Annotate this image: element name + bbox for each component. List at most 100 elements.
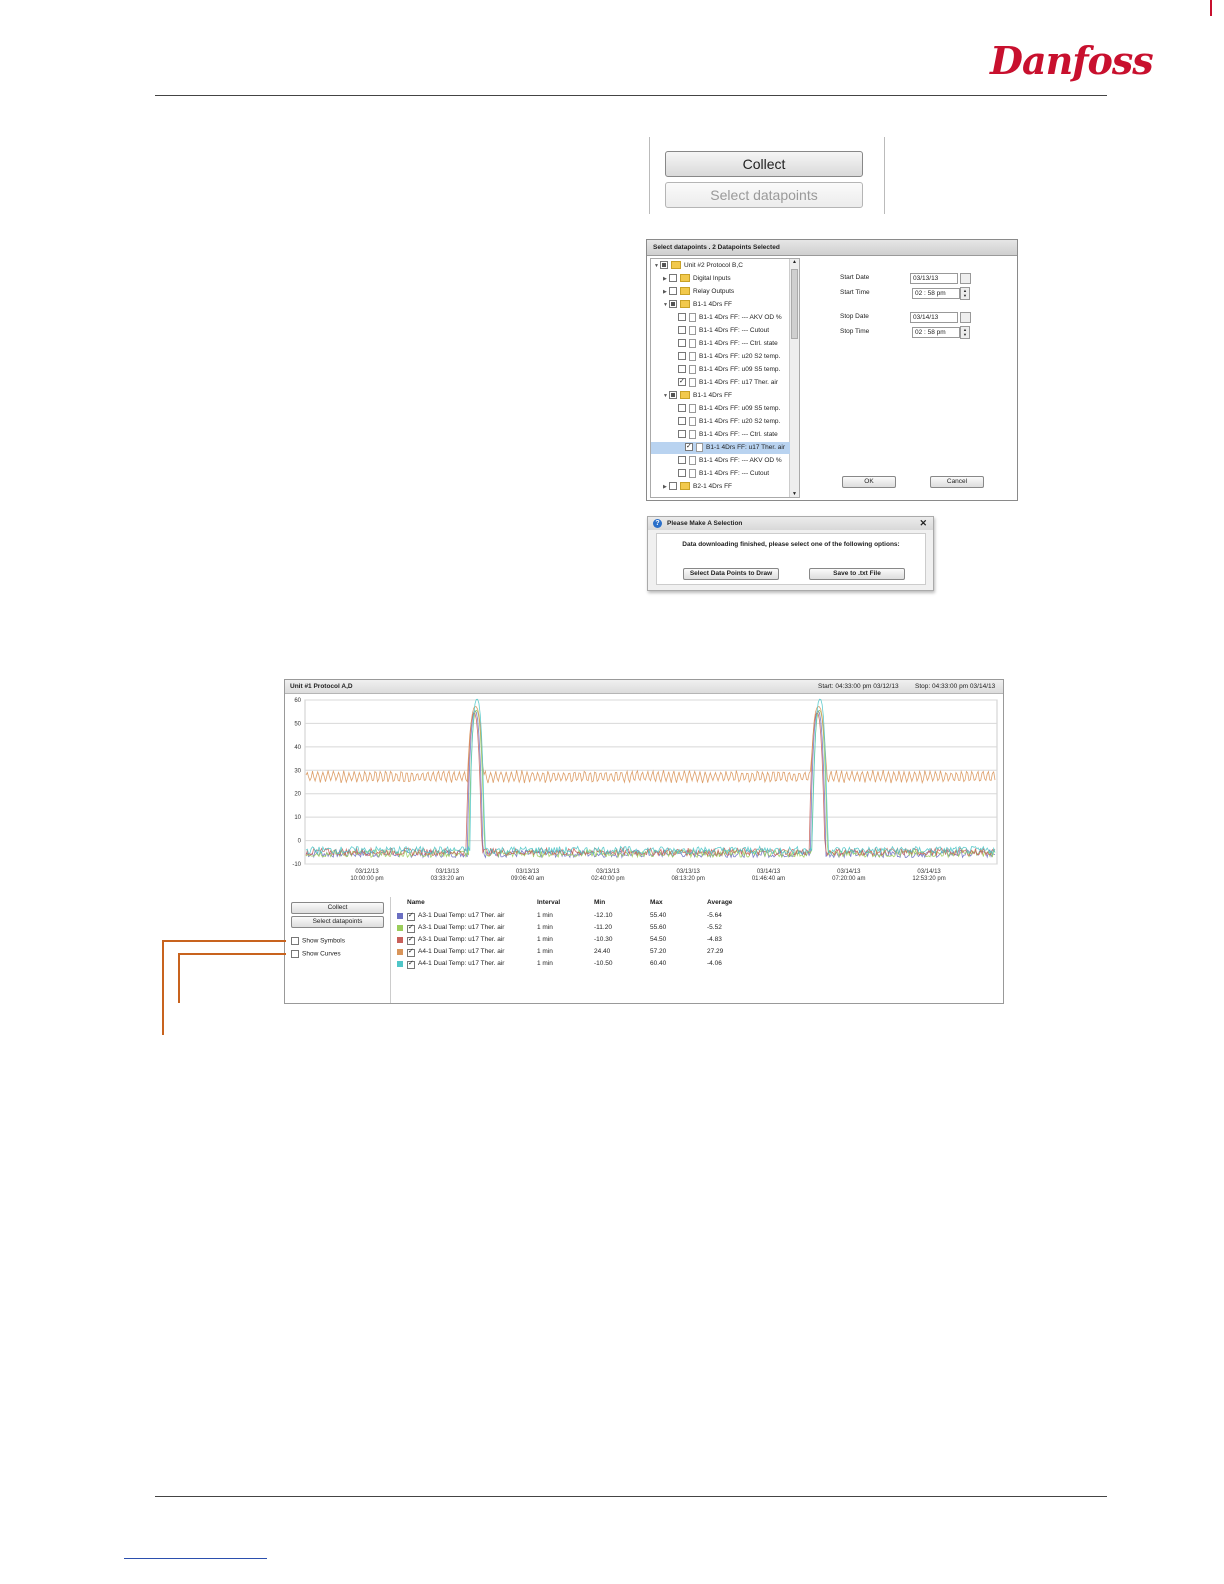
legend-cell: -4.06 bbox=[707, 960, 722, 967]
calendar-icon[interactable] bbox=[960, 273, 971, 284]
tree-node[interactable]: ▼ Unit #2 Protocol B,C bbox=[654, 260, 743, 272]
tree-node[interactable]: ▶ Digital Inputs bbox=[663, 273, 731, 285]
checkbox-icon[interactable] bbox=[407, 947, 415, 957]
tree-node[interactable]: ▼ B1-1 4Drs FF bbox=[663, 299, 732, 311]
checkbox-icon[interactable] bbox=[407, 959, 415, 969]
show-symbols-toggle[interactable]: Show Symbols bbox=[291, 937, 345, 945]
collect-button[interactable]: Collect bbox=[291, 902, 384, 914]
checkbox-icon[interactable] bbox=[678, 326, 686, 335]
checkbox-icon[interactable] bbox=[669, 287, 677, 296]
tree-node[interactable]: B1-1 4Drs FF: --- Cutout bbox=[672, 468, 769, 480]
tree-node[interactable]: B1-1 4Drs FF: --- Ctrl. state bbox=[672, 338, 778, 350]
checkbox-icon[interactable] bbox=[678, 417, 686, 426]
x-tick-label: 03/13/13 bbox=[516, 869, 540, 875]
legend-cell: 55.40 bbox=[650, 912, 667, 919]
start-time-input[interactable]: 02 : 58 pm bbox=[912, 288, 960, 299]
checkbox-icon[interactable] bbox=[407, 923, 415, 933]
series-color-swatch bbox=[397, 925, 403, 931]
close-icon[interactable]: ✕ bbox=[919, 517, 927, 530]
start-time-spinner[interactable]: ▲ ▼ bbox=[960, 287, 970, 300]
document-icon bbox=[689, 416, 696, 426]
checkbox-icon[interactable] bbox=[678, 313, 686, 322]
legend-row[interactable]: A3-1 Dual Temp: u17 Ther. air 1 min -10.30… bbox=[391, 935, 1003, 947]
legend-column-header[interactable]: Name bbox=[407, 899, 425, 906]
checkbox-icon[interactable] bbox=[669, 482, 677, 491]
tree-node[interactable]: ▶ B2-1 4Drs FF bbox=[663, 481, 732, 493]
x-tick-label: 03/14/13 bbox=[757, 869, 781, 875]
checkbox-icon[interactable] bbox=[678, 456, 686, 465]
tree-node[interactable]: B1-1 4Drs FF: --- Ctrl. state bbox=[672, 429, 778, 441]
tree-node[interactable]: ▼ B1-1 4Drs FF bbox=[663, 390, 732, 402]
checkbox-icon[interactable] bbox=[685, 441, 693, 453]
scroll-down-icon[interactable]: ▼ bbox=[790, 491, 799, 497]
stop-time-input[interactable]: 02 : 58 pm bbox=[912, 327, 960, 338]
chart-window-title: Unit #1 Protocol A,D bbox=[290, 683, 353, 690]
tree-node-label: B1-1 4Drs FF: u17 Ther. air bbox=[699, 379, 778, 386]
datapoint-tree[interactable]: ▲ ▼ ▼ Unit #2 Protocol B,C ▶ Digital Inputs… bbox=[650, 258, 800, 498]
dialog-title: Select datapoints . 2 Datapoints Selecte… bbox=[647, 240, 1017, 256]
select-datapoints-button[interactable]: Select datapoints bbox=[291, 916, 384, 928]
tree-node[interactable]: B1-1 4Drs FF: u09 S5 temp. bbox=[672, 403, 780, 415]
temperature-chart: -10 0 10 20 30 40 50 60 03/12/1310:00:00 pm 03/13… bbox=[292, 698, 998, 882]
dialog-body: Data downloading finished, please select… bbox=[656, 533, 926, 585]
tree-scrollbar[interactable]: ▲ ▼ bbox=[789, 259, 799, 497]
start-date-input[interactable]: 03/13/13 bbox=[910, 273, 958, 284]
tree-node[interactable]: ▶ Relay Outputs bbox=[663, 286, 734, 298]
checkbox-icon[interactable] bbox=[678, 352, 686, 361]
legend-row[interactable]: A4-1 Dual Temp: u17 Ther. air 1 min 24.40 5… bbox=[391, 947, 1003, 959]
checkbox-icon[interactable] bbox=[678, 430, 686, 439]
legend-row[interactable]: A3-1 Dual Temp: u17 Ther. air 1 min -11.20… bbox=[391, 923, 1003, 935]
legend-cell: 54.50 bbox=[650, 936, 667, 943]
checkbox-icon[interactable] bbox=[678, 404, 686, 413]
legend-column-header[interactable]: Interval bbox=[537, 899, 560, 906]
y-tick-label: 50 bbox=[294, 721, 301, 727]
footer-link-underline[interactable] bbox=[124, 1558, 267, 1559]
checkbox-icon[interactable] bbox=[669, 391, 677, 400]
tree-node-label: B1-1 4Drs FF: --- Ctrl. state bbox=[699, 340, 778, 347]
select-points-to-draw-button[interactable]: Select Data Points to Draw bbox=[683, 568, 779, 580]
legend-cell: 24.40 bbox=[594, 948, 611, 955]
checkbox-icon[interactable] bbox=[678, 365, 686, 374]
legend-row[interactable]: A3-1 Dual Temp: u17 Ther. air 1 min -12.10… bbox=[391, 911, 1003, 923]
checkbox-icon[interactable] bbox=[291, 950, 299, 958]
y-tick-label: 30 bbox=[294, 768, 301, 774]
checkbox-icon[interactable] bbox=[660, 261, 668, 270]
tree-node-label: B1-1 4Drs FF bbox=[693, 301, 733, 308]
scroll-thumb[interactable] bbox=[791, 269, 798, 339]
folder-icon bbox=[680, 287, 690, 296]
ok-button[interactable]: OK bbox=[842, 476, 896, 488]
tree-node[interactable]: B1-1 4Drs FF: u17 Ther. air bbox=[651, 441, 790, 454]
folder-icon bbox=[671, 261, 681, 270]
stop-time-text: Stop: 04:33:00 pm 03/14/13 bbox=[915, 683, 996, 690]
scroll-up-icon[interactable]: ▲ bbox=[790, 259, 799, 265]
tree-node[interactable]: B1-1 4Drs FF: u20 S2 temp. bbox=[672, 351, 780, 363]
tree-node[interactable]: B1-1 4Drs FF: --- AKV OD % bbox=[672, 312, 782, 324]
legend-row[interactable]: A4-1 Dual Temp: u17 Ther. air 1 min -10.50… bbox=[391, 959, 1003, 971]
legend-column-header[interactable]: Min bbox=[594, 899, 605, 906]
tree-node[interactable]: B1-1 4Drs FF: u09 S5 temp. bbox=[672, 364, 780, 376]
stop-date-input[interactable]: 03/14/13 bbox=[910, 312, 958, 323]
stop-time-spinner[interactable]: ▲ ▼ bbox=[960, 326, 970, 339]
checkbox-icon[interactable] bbox=[407, 911, 415, 921]
cancel-button[interactable]: Cancel bbox=[930, 476, 984, 488]
tree-node[interactable]: B1-1 4Drs FF: --- Cutout bbox=[672, 325, 769, 337]
checkbox-icon[interactable] bbox=[407, 935, 415, 945]
calendar-icon[interactable] bbox=[960, 312, 971, 323]
checkbox-icon[interactable] bbox=[291, 937, 299, 945]
select-datapoints-button[interactable]: Select datapoints bbox=[665, 182, 863, 208]
series-color-swatch bbox=[397, 937, 403, 943]
tree-node[interactable]: B1-1 4Drs FF: u20 S2 temp. bbox=[672, 416, 780, 428]
tree-node[interactable]: B1-1 4Drs FF: u17 Ther. air bbox=[672, 376, 778, 389]
tree-node[interactable]: B1-1 4Drs FF: --- AKV OD % bbox=[672, 455, 782, 467]
checkbox-icon[interactable] bbox=[678, 469, 686, 478]
checkbox-icon[interactable] bbox=[678, 339, 686, 348]
show-curves-toggle[interactable]: Show Curves bbox=[291, 950, 341, 958]
header-rule bbox=[155, 95, 1107, 96]
save-to-txt-button[interactable]: Save to .txt File bbox=[809, 568, 905, 580]
legend-column-header[interactable]: Average bbox=[707, 899, 732, 906]
checkbox-icon[interactable] bbox=[669, 300, 677, 309]
checkbox-icon[interactable] bbox=[678, 376, 686, 388]
checkbox-icon[interactable] bbox=[669, 274, 677, 283]
legend-column-header[interactable]: Max bbox=[650, 899, 663, 906]
collect-button[interactable]: Collect bbox=[665, 151, 863, 177]
